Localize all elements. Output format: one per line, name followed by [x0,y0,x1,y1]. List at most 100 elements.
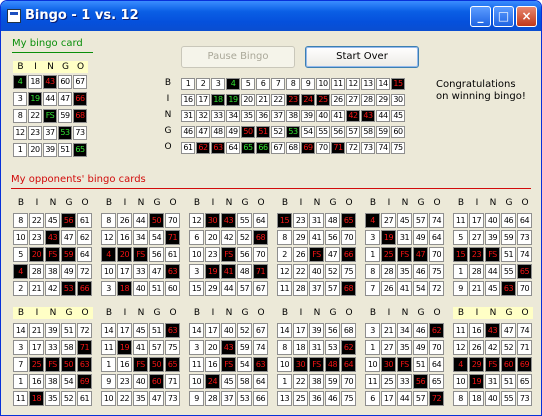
opponent-card-10-cell[interactable]: 53 [325,340,340,355]
opponent-card-9-cell[interactable]: 53 [237,391,252,406]
opponent-card-4-cell[interactable]: 65 [341,213,356,228]
opponent-card-3-cell[interactable]: 43 [221,213,236,228]
opponent-card-4-cell[interactable]: 52 [325,264,340,279]
opponent-card-11-cell[interactable]: 51 [413,357,428,372]
opponent-card-2-cell[interactable]: 4 [101,247,116,262]
opponent-card-8-cell[interactable]: 19 [117,340,132,355]
opponent-card-1-cell[interactable]: 49 [61,264,76,279]
opponent-card-12-cell[interactable]: 69 [517,357,532,372]
opponent-card-8-cell[interactable]: 11 [101,340,116,355]
opponent-card-2-cell[interactable]: 17 [117,264,132,279]
opponent-card-2-cell[interactable]: 44 [133,213,148,228]
opponent-card-5-cell[interactable]: 19 [381,230,396,245]
opponent-card-1-cell[interactable]: 64 [77,247,92,262]
opponent-card-3-cell[interactable]: 20 [205,230,220,245]
opponent-card-2-cell[interactable]: 51 [149,281,164,296]
opponent-card-11-cell[interactable]: 49 [413,340,428,355]
opponent-card-8-cell[interactable]: 9 [101,374,116,389]
my-card-cell[interactable]: 66 [73,92,87,106]
opponent-card-5-cell[interactable]: 4 [365,213,380,228]
opponent-card-2-cell[interactable]: 8 [101,213,116,228]
opponent-card-3-cell[interactable]: 19 [205,264,220,279]
opponent-card-12-cell[interactable]: 74 [517,323,532,338]
opponent-card-11-cell[interactable]: 30 [381,357,396,372]
opponent-card-12-cell[interactable]: 8 [453,391,468,406]
opponent-card-2-cell[interactable]: 40 [133,281,148,296]
opponent-card-6-cell[interactable]: 74 [517,247,532,262]
opponent-card-10-cell[interactable]: FS [309,357,324,372]
opponent-card-3-cell[interactable]: 42 [221,230,236,245]
opponent-card-10-cell[interactable]: 56 [325,323,340,338]
opponent-card-2-cell[interactable]: 71 [165,230,180,245]
opponent-card-3-cell[interactable]: 68 [253,230,268,245]
opponent-card-6-cell[interactable]: 44 [485,264,500,279]
opponent-card-10-cell[interactable]: 38 [309,374,324,389]
opponent-card-1-cell[interactable]: 20 [29,247,44,262]
opponent-card-5-cell[interactable]: 41 [397,281,412,296]
opponent-card-12-cell[interactable]: 47 [501,323,516,338]
opponent-card-5-cell[interactable]: 49 [413,230,428,245]
opponent-card-5-cell[interactable]: 26 [381,281,396,296]
opponent-card-10-cell[interactable]: 59 [325,374,340,389]
opponent-card-9-cell[interactable]: 16 [205,357,220,372]
opponent-card-7-cell[interactable]: 17 [29,340,44,355]
opponent-card-11-cell[interactable]: 1 [365,340,380,355]
opponent-card-12-cell[interactable]: 29 [469,357,484,372]
opponent-card-6-cell[interactable]: 40 [485,213,500,228]
opponent-card-10-cell[interactable]: 8 [277,340,292,355]
opponent-card-7-cell[interactable]: 3 [13,340,28,355]
opponent-card-9-cell[interactable]: 20 [205,340,220,355]
opponent-card-2-cell[interactable]: 63 [165,264,180,279]
opponent-card-4-cell[interactable]: 8 [277,230,292,245]
opponent-card-5-cell[interactable]: 35 [397,264,412,279]
opponent-card-10-cell[interactable]: 18 [293,340,308,355]
opponent-card-8-cell[interactable]: 23 [117,374,132,389]
opponent-card-1-cell[interactable]: 61 [77,213,92,228]
opponent-card-2-cell[interactable]: 54 [149,230,164,245]
opponent-card-7-cell[interactable]: 7 [13,357,28,372]
opponent-card-11-cell[interactable]: 34 [397,323,412,338]
opponent-card-8-cell[interactable]: 16 [117,357,132,372]
opponent-card-1-cell[interactable]: 22 [29,213,44,228]
opponent-card-1-cell[interactable]: 47 [61,230,76,245]
opponent-card-9-cell[interactable]: 17 [205,323,220,338]
opponent-card-7-cell[interactable]: 61 [77,391,92,406]
opponent-card-9-cell[interactable]: FS [221,357,236,372]
pause-bingo-button[interactable]: Pause Bingo [181,46,295,68]
opponent-card-12-cell[interactable]: 26 [469,340,484,355]
opponent-card-8-cell[interactable]: 65 [165,357,180,372]
opponent-card-7-cell[interactable]: 72 [77,323,92,338]
opponent-card-3-cell[interactable]: 52 [237,230,252,245]
opponent-card-8-cell[interactable]: 60 [149,374,164,389]
opponent-card-1-cell[interactable]: 21 [29,281,44,296]
opponent-card-10-cell[interactable]: 30 [293,357,308,372]
opponent-card-3-cell[interactable]: FS [221,247,236,262]
opponent-card-6-cell[interactable]: 5 [453,230,468,245]
opponent-card-9-cell[interactable]: 54 [237,357,252,372]
opponent-card-9-cell[interactable]: 3 [189,340,204,355]
my-card-cell[interactable]: 44 [43,92,57,106]
opponent-card-12-cell[interactable]: 60 [501,357,516,372]
my-card-cell[interactable]: 12 [13,126,27,140]
opponent-card-4-cell[interactable]: 48 [325,213,340,228]
opponent-card-10-cell[interactable]: 36 [309,391,324,406]
opponent-card-12-cell[interactable]: 73 [517,391,532,406]
opponent-card-4-cell[interactable]: 23 [293,213,308,228]
opponent-card-3-cell[interactable]: 3 [189,264,204,279]
opponent-card-4-cell[interactable]: 68 [341,281,356,296]
opponent-card-7-cell[interactable]: 21 [29,323,44,338]
my-card-cell[interactable]: 73 [73,126,87,140]
opponent-card-1-cell[interactable]: 28 [29,264,44,279]
opponent-card-10-cell[interactable]: 17 [293,323,308,338]
opponent-card-2-cell[interactable]: 10 [101,264,116,279]
opponent-card-4-cell[interactable]: 70 [341,230,356,245]
opponent-card-1-cell[interactable]: 4 [13,264,28,279]
opponent-card-1-cell[interactable]: 62 [77,230,92,245]
opponent-card-10-cell[interactable]: 1 [277,374,292,389]
opponent-card-2-cell[interactable]: 20 [117,247,132,262]
opponent-card-7-cell[interactable]: 52 [61,391,76,406]
opponent-card-9-cell[interactable]: 59 [237,340,252,355]
opponent-card-11-cell[interactable]: 57 [413,391,428,406]
opponent-card-12-cell[interactable]: 43 [485,323,500,338]
opponent-card-7-cell[interactable]: 39 [45,323,60,338]
